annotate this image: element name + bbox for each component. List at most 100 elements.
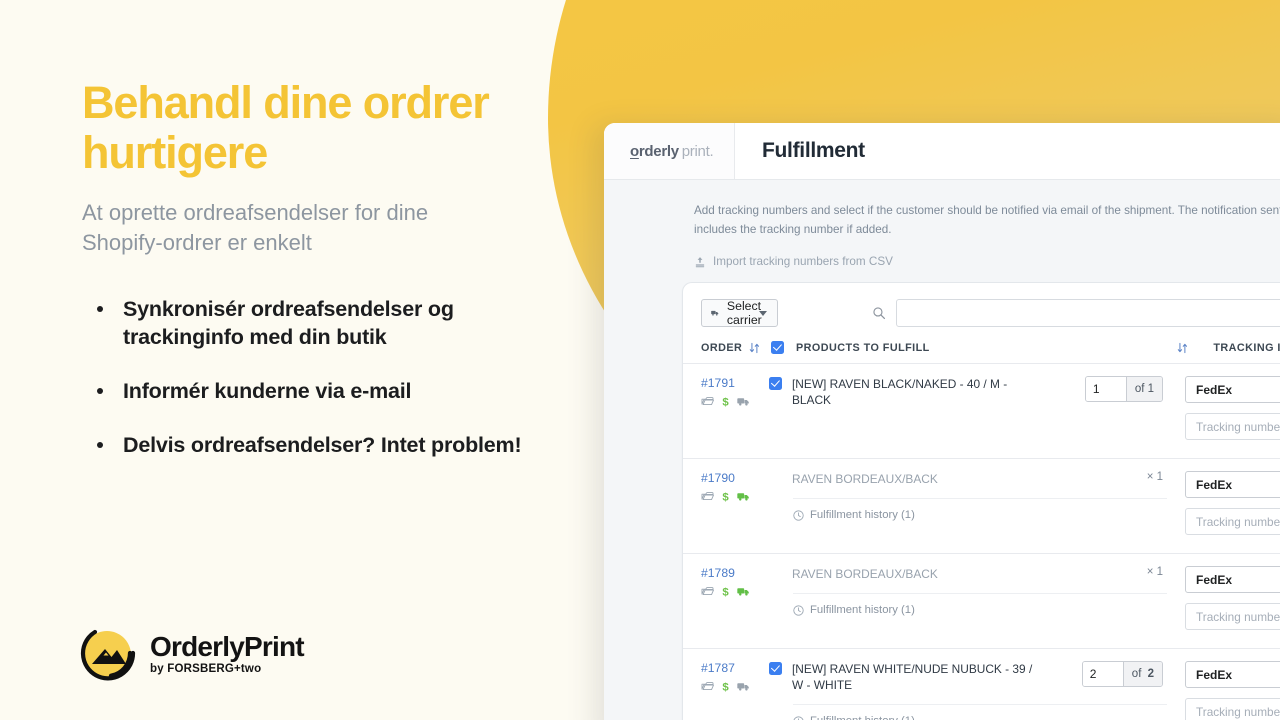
quantity-total: of 2 [1122, 662, 1162, 686]
sort-icon[interactable] [1171, 342, 1193, 354]
app-window: orderly print. Fulfillment Add tracking … [604, 123, 1280, 720]
clock-icon [793, 509, 804, 521]
svg-text:$: $ [722, 682, 729, 693]
dollar-icon: $ [722, 397, 729, 408]
order-status-icons: $ [701, 585, 769, 598]
product-line: [NEW] RAVEN WHITE/NUDE NUBUCK - 39 / W -… [769, 661, 1167, 693]
tag-outline-icon [701, 682, 714, 691]
quantity-cell: × 1 [1147, 471, 1163, 483]
order-number-link[interactable]: #1790 [701, 471, 769, 485]
fulfillment-history-link[interactable]: Fulfillment history (1) [793, 593, 1167, 616]
table-row: #1790 $ RAVEN BORDEAUX/BACK × 1 Fulfillm… [683, 459, 1280, 554]
quantity-cell: × 1 [1147, 566, 1163, 578]
table-row: #1787 $ [NEW] RAVEN WHITE/NUDE NUBUCK - … [683, 649, 1280, 720]
svg-text:$: $ [722, 587, 729, 598]
table-row: #1789 $ RAVEN BORDEAUX/BACK × 1 Fulfillm… [683, 554, 1280, 649]
search-area [872, 299, 1280, 327]
list-item: Delvis ordreafsendelser? Intet problem! [92, 431, 542, 459]
order-table-body: #1791 $ [NEW] RAVEN BLACK/NAKED - 40 / M… [683, 364, 1280, 720]
order-number-link[interactable]: #1791 [701, 376, 769, 390]
quantity-cell: 1 of 1 [1084, 376, 1163, 402]
fulfillment-history-label: Fulfillment history (1) [810, 604, 915, 616]
upload-icon [695, 256, 705, 267]
logo-title: OrderlyPrint [150, 630, 305, 662]
dollar-icon: $ [722, 492, 729, 503]
app-brand[interactable]: orderly print. [604, 123, 735, 179]
brand-strong: orderly [630, 142, 679, 160]
search-input[interactable] [895, 299, 1280, 327]
tracking-cell: FedEx Tracking number [1173, 566, 1280, 648]
products-cell: [NEW] RAVEN BLACK/NAKED - 40 / M - BLACK… [769, 376, 1173, 458]
logo-mark-icon [80, 629, 136, 681]
truck-icon [737, 683, 749, 691]
order-status-icons: $ [701, 680, 769, 693]
carrier-select[interactable]: Select carrier [701, 299, 778, 327]
fulfillment-card: Select carrier ORDER PRODUCTS TO FULFILL… [683, 283, 1280, 720]
tracking-header-group: TRACKING INFO [1171, 342, 1280, 354]
orderlyprint-logo: OrderlyPrint by FORSBERG+two [80, 624, 305, 682]
products-cell: [NEW] RAVEN WHITE/NUDE NUBUCK - 39 / W -… [769, 661, 1173, 720]
quantity-cell: 2 of 2 [1081, 661, 1163, 687]
quantity-value[interactable]: 2 [1082, 662, 1123, 686]
product-line: RAVEN BORDEAUX/BACK × 1 [769, 566, 1167, 582]
list-item: Synkronisér ordreafsendelser og tracking… [92, 295, 542, 351]
quantity-value[interactable]: 1 [1085, 377, 1126, 401]
row-checkbox[interactable] [769, 377, 782, 390]
promo-screenshot: Behandl dine ordrer hurtigere At oprette… [0, 0, 1280, 720]
feature-list: Synkronisér ordreafsendelser og tracking… [92, 295, 542, 485]
tracking-cell: FedEx Tracking number [1173, 376, 1280, 458]
tracking-number-input[interactable]: Tracking number [1185, 413, 1280, 440]
order-number-link[interactable]: #1789 [701, 566, 769, 580]
tracking-number-input[interactable]: Tracking number [1185, 603, 1280, 630]
import-csv-link[interactable]: Import tracking numbers from CSV [694, 255, 1280, 268]
fulfillment-history-link[interactable]: Fulfillment history (1) [793, 498, 1167, 521]
product-name: RAVEN BORDEAUX/BACK [792, 472, 938, 486]
products-cell: RAVEN BORDEAUX/BACK × 1 Fulfillment hist… [769, 471, 1173, 553]
clock-icon [793, 715, 804, 720]
column-header-tracking[interactable]: TRACKING INFO [1213, 342, 1280, 354]
brand-light: print. [681, 142, 714, 160]
quantity-stepper[interactable]: 2 of 2 [1081, 661, 1163, 687]
product-line: [NEW] RAVEN BLACK/NAKED - 40 / M - BLACK… [769, 376, 1167, 408]
quantity-total: × 1 [1146, 471, 1163, 483]
fulfillment-history-link[interactable]: Fulfillment history (1) [793, 704, 1167, 720]
search-icon[interactable] [872, 306, 886, 320]
logo-subtitle: by FORSBERG+two [150, 662, 262, 675]
subheadline: At oprette ordreafsendelser for dine Sho… [82, 200, 429, 255]
product-line: RAVEN BORDEAUX/BACK × 1 [769, 471, 1167, 487]
quantity-total: of 1 [1125, 377, 1162, 401]
tracking-number-input[interactable]: Tracking number [1185, 698, 1280, 720]
svg-text:$: $ [722, 397, 729, 408]
column-header-products[interactable]: PRODUCTS TO FULFILL [796, 342, 930, 354]
order-cell: #1791 $ [701, 376, 769, 458]
clock-icon [793, 604, 804, 616]
tag-outline-icon [701, 492, 714, 501]
tag-outline-icon [701, 587, 714, 596]
order-cell: #1789 $ [701, 566, 769, 648]
row-checkbox[interactable] [769, 662, 782, 675]
table-row: #1791 $ [NEW] RAVEN BLACK/NAKED - 40 / M… [683, 364, 1280, 459]
truck-icon [711, 310, 719, 316]
product-name: RAVEN BORDEAUX/BACK [792, 567, 938, 581]
column-header-order[interactable]: ORDER [701, 342, 743, 354]
sort-icon[interactable] [743, 342, 765, 354]
truck-icon [737, 493, 749, 501]
fulfillment-history-label: Fulfillment history (1) [810, 715, 915, 720]
carrier-dropdown[interactable]: FedEx [1185, 471, 1280, 498]
order-cell: #1787 $ [701, 661, 769, 720]
tracking-cell: FedEx Tracking number [1173, 471, 1280, 553]
app-header: orderly print. Fulfillment [604, 123, 1280, 180]
dollar-icon: $ [722, 587, 729, 598]
quantity-stepper[interactable]: 1 of 1 [1084, 376, 1163, 402]
svg-text:$: $ [722, 492, 729, 503]
order-number-link[interactable]: #1787 [701, 661, 769, 675]
tracking-number-input[interactable]: Tracking number [1185, 508, 1280, 535]
product-name: [NEW] RAVEN BLACK/NAKED - 40 / M - BLACK [792, 377, 1008, 407]
card-toolbar: Select carrier [683, 283, 1280, 327]
select-all-checkbox[interactable] [771, 341, 784, 354]
carrier-dropdown[interactable]: FedEx [1185, 376, 1280, 403]
carrier-dropdown[interactable]: FedEx [1185, 566, 1280, 593]
products-cell: RAVEN BORDEAUX/BACK × 1 Fulfillment hist… [769, 566, 1173, 648]
product-name: [NEW] RAVEN WHITE/NUDE NUBUCK - 39 / W -… [792, 662, 1033, 692]
carrier-dropdown[interactable]: FedEx [1185, 661, 1280, 688]
